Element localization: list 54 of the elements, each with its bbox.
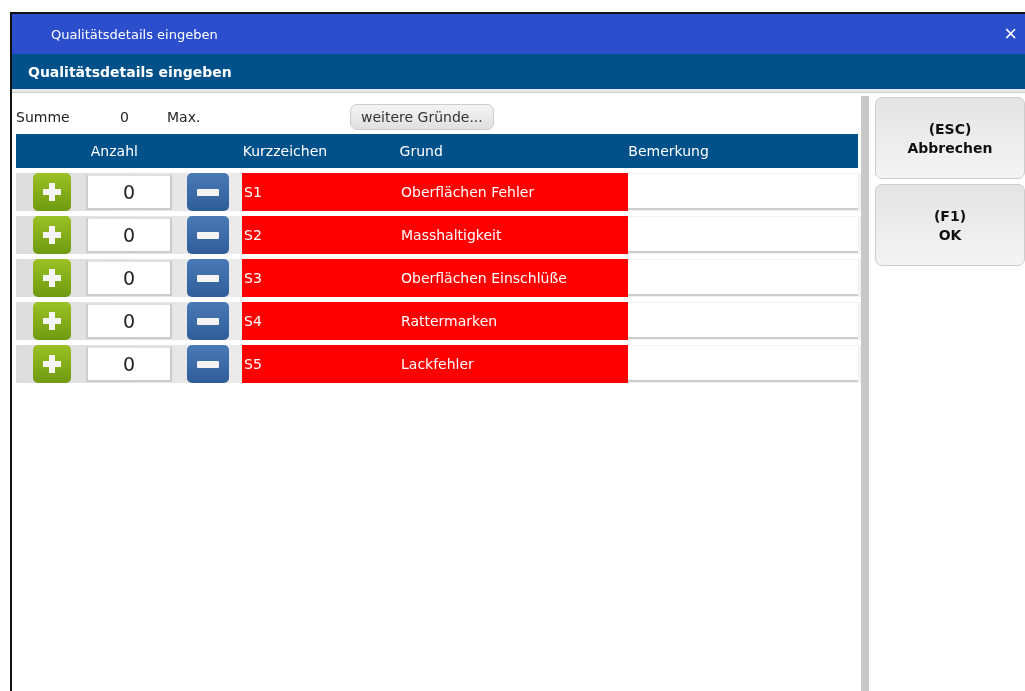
code-text: S5: [243, 356, 263, 372]
code-text: S4: [243, 313, 263, 329]
increment-button[interactable]: [33, 216, 71, 254]
plus-icon: [43, 312, 61, 330]
remark-field[interactable]: [628, 346, 858, 382]
plus-icon: [43, 355, 61, 373]
reason-text: Rattermarken: [401, 313, 498, 329]
remark-field[interactable]: [628, 217, 858, 253]
plus-icon: [43, 183, 61, 201]
count-field[interactable]: 0: [86, 346, 172, 382]
sum-label: Summe: [16, 109, 71, 125]
more-reasons-button[interactable]: weitere Gründe...: [350, 104, 494, 130]
code-text: S1: [243, 184, 263, 200]
close-button[interactable]: ×: [1002, 23, 1019, 45]
code-text: S3: [243, 270, 263, 286]
scrollbar[interactable]: [861, 96, 869, 691]
decrement-button[interactable]: [187, 345, 229, 383]
count-field[interactable]: 0: [86, 174, 172, 210]
decrement-button[interactable]: [187, 302, 229, 340]
plus-icon: [43, 269, 61, 287]
window-title: Qualitätsdetails eingeben: [51, 26, 218, 42]
minus-icon: [197, 231, 219, 239]
remark-field[interactable]: [628, 260, 858, 296]
count-field[interactable]: 0: [86, 217, 172, 253]
increment-button[interactable]: [33, 173, 71, 211]
decrement-button[interactable]: [187, 173, 229, 211]
reason-text: Oberflächen Fehler: [401, 184, 535, 200]
action-button[interactable]: (F1) OK: [875, 184, 1025, 266]
count-field[interactable]: 0: [86, 303, 172, 339]
dialog-heading: Qualitätsdetails eingeben: [28, 63, 232, 80]
reason-text: Lackfehler: [401, 356, 474, 372]
column-header: Bemerkung: [628, 143, 710, 159]
decrement-button[interactable]: [187, 259, 229, 297]
action-button[interactable]: (ESC) Abbrechen: [875, 97, 1025, 179]
increment-button[interactable]: [33, 302, 71, 340]
max-label: Max.: [167, 109, 202, 125]
reason-text: Oberflächen Einschlüße: [401, 270, 567, 286]
reason-text: Masshaltigkeit: [401, 227, 502, 243]
column-header: Anzahl: [89, 143, 139, 159]
minus-icon: [197, 188, 219, 196]
count-field[interactable]: 0: [86, 260, 172, 296]
column-header: Grund: [399, 143, 444, 159]
remark-field[interactable]: [628, 174, 858, 210]
minus-icon: [197, 317, 219, 325]
code-text: S2: [243, 227, 263, 243]
column-header: Kurzzeichen: [241, 143, 329, 159]
remark-field[interactable]: [628, 303, 858, 339]
minus-icon: [197, 274, 219, 282]
sum-value: 0: [120, 109, 130, 125]
minus-icon: [197, 360, 219, 368]
increment-button[interactable]: [33, 345, 71, 383]
increment-button[interactable]: [33, 259, 71, 297]
decrement-button[interactable]: [187, 216, 229, 254]
plus-icon: [43, 226, 61, 244]
